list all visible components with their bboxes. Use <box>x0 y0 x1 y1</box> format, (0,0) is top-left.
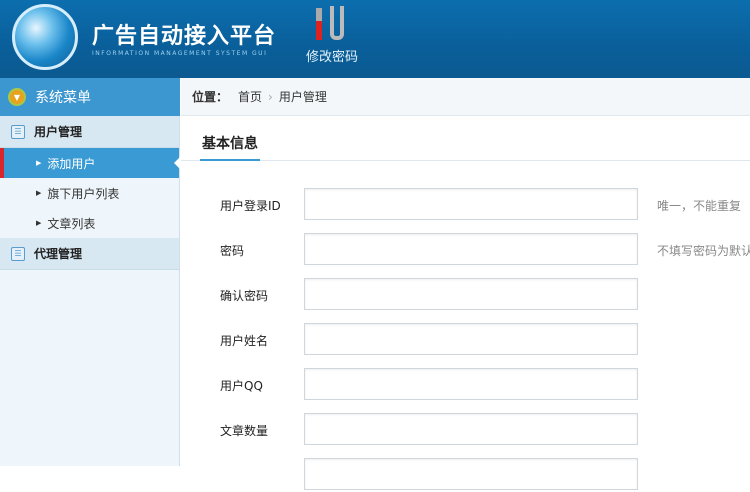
item-label: 文章列表 <box>47 216 96 231</box>
field-label: 确认密码 <box>220 289 269 303</box>
form-row-article-count: 文章数量 <box>181 413 750 447</box>
caret-right-icon: ▶ <box>36 189 42 197</box>
change-password-label: 修改密码 <box>305 50 358 65</box>
sidebar-item-article-list[interactable]: ▶ 文章列表 <box>0 208 179 238</box>
form-row-password: 密码 不填写密码为默认 <box>181 233 750 267</box>
user-qq-input[interactable] <box>304 368 638 400</box>
field-label: 文章数量 <box>220 424 269 438</box>
sidebar-item-add-user[interactable]: ▶ 添加用户 <box>0 148 180 178</box>
section-label: 用户管理 <box>34 125 83 139</box>
form-row-next <box>181 458 750 492</box>
header: 广告自动接入平台 INFORMATION MANAGEMENT SYSTEM G… <box>0 0 750 78</box>
sidebar-header: ▼ 系统菜单 <box>0 78 180 116</box>
breadcrumb-label: 位置： <box>192 90 229 104</box>
sidebar-title: 系统菜单 <box>35 90 91 106</box>
tools-icon <box>300 4 364 40</box>
app-subtitle: INFORMATION MANAGEMENT SYSTEM GUI <box>92 50 268 57</box>
breadcrumb: 位置： 首页 › 用户管理 <box>181 78 750 116</box>
sidebar: ☰ 用户管理 ▶ 添加用户 ▶ 旗下用户列表 ▶ 文章列表 ☰ 代理管理 <box>0 116 180 466</box>
form-row-login-id: 用户登录ID 唯一，不能重复 <box>181 188 750 222</box>
field-hint: 不填写密码为默认 <box>657 244 750 258</box>
logo-globe-icon <box>12 4 81 70</box>
user-name-input[interactable] <box>304 323 638 355</box>
list-icon: ☰ <box>11 246 25 261</box>
chevron-down-icon: ▼ <box>8 88 26 106</box>
field-label: 密码 <box>220 244 245 258</box>
form-row-confirm-password: 确认密码 <box>181 278 750 312</box>
caret-right-icon: ▶ <box>36 219 42 227</box>
sidebar-section-agent-management[interactable]: ☰ 代理管理 <box>0 238 179 270</box>
form-row-user-name: 用户姓名 <box>181 323 750 357</box>
change-password-button[interactable]: 修改密码 <box>300 4 364 65</box>
confirm-password-input[interactable] <box>304 278 638 310</box>
breadcrumb-current: 用户管理 <box>278 90 327 104</box>
chevron-right-icon: › <box>268 89 273 104</box>
item-label: 添加用户 <box>47 156 96 171</box>
sidebar-item-user-list[interactable]: ▶ 旗下用户列表 <box>0 178 179 208</box>
field-label: 用户登录ID <box>220 199 281 213</box>
form-row-user-qq: 用户QQ <box>181 368 750 402</box>
password-input[interactable] <box>304 233 638 265</box>
article-count-input[interactable] <box>304 413 638 445</box>
next-field-input[interactable] <box>304 458 638 490</box>
field-label: 用户姓名 <box>220 334 269 348</box>
tab-bar: 基本信息 <box>181 130 750 161</box>
field-label: 用户QQ <box>220 379 263 393</box>
app-title: 广告自动接入平台 <box>92 24 277 49</box>
field-hint: 唯一，不能重复 <box>657 199 742 213</box>
section-label: 代理管理 <box>34 247 83 261</box>
login-id-input[interactable] <box>304 188 638 220</box>
list-icon: ☰ <box>11 124 25 139</box>
tab-basic-info[interactable]: 基本信息 <box>200 130 260 161</box>
caret-right-icon: ▶ <box>36 159 42 167</box>
sidebar-section-user-management[interactable]: ☰ 用户管理 <box>0 116 179 148</box>
item-label: 旗下用户列表 <box>47 186 120 201</box>
breadcrumb-home[interactable]: 首页 <box>238 88 262 105</box>
